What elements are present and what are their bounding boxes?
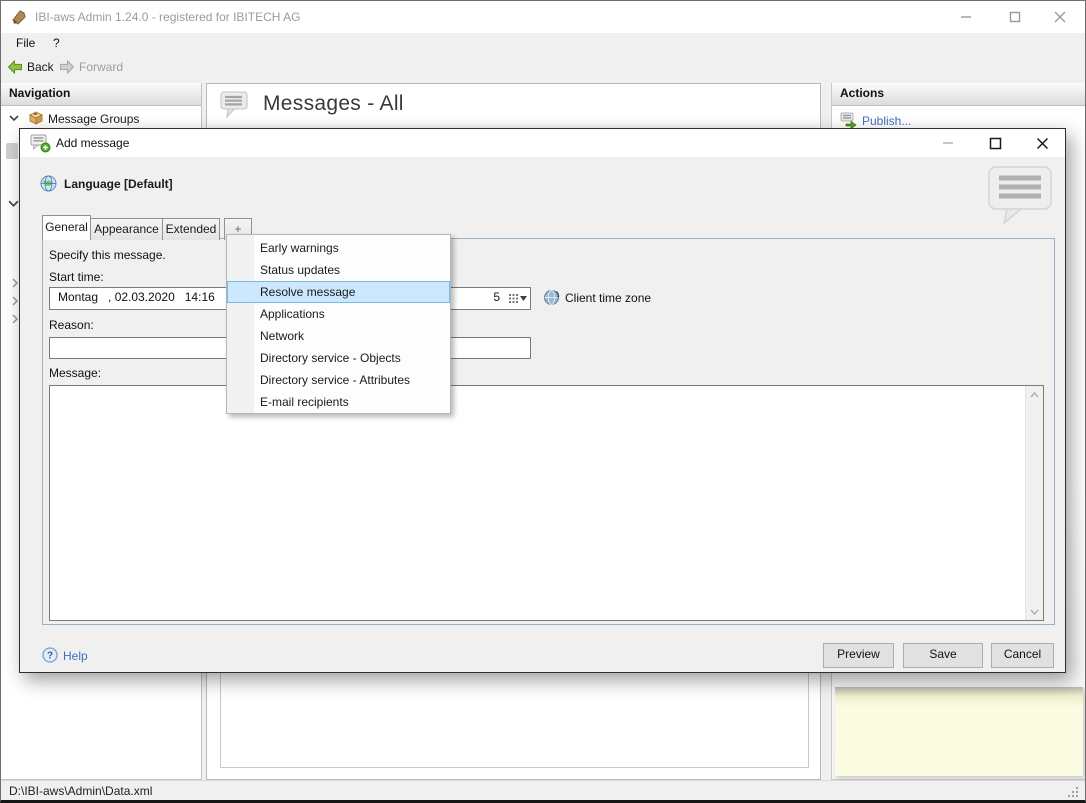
menu-help[interactable]: ? — [46, 33, 67, 54]
preview-button[interactable]: Preview — [823, 643, 894, 668]
dialog-title: Add message — [56, 136, 130, 150]
resize-grip[interactable] — [1066, 785, 1080, 799]
menu-item-status-updates[interactable]: Status updates — [227, 259, 450, 281]
scroll-up-icon[interactable] — [1026, 386, 1043, 403]
actions-header: Actions — [832, 83, 1085, 106]
status-bar: D:\IBI-aws\Admin\Data.xml — [1, 780, 1085, 800]
dialog-minimize-icon[interactable] — [935, 133, 961, 153]
app-icon — [11, 8, 29, 26]
dialog-titlebar: Add message — [20, 129, 1065, 157]
cancel-button[interactable]: Cancel — [991, 643, 1054, 668]
forward-icon — [59, 59, 75, 75]
sidebar-item-message-groups[interactable]: Message Groups — [48, 112, 139, 126]
message-groups-icon — [28, 110, 44, 125]
scroll-down-icon[interactable] — [1026, 603, 1043, 620]
menu-item-network[interactable]: Network — [227, 325, 450, 347]
start-time-label: Start time: — [49, 270, 104, 284]
message-label: Message: — [49, 366, 102, 380]
calendar-dropdown-button[interactable] — [508, 290, 528, 306]
client-time-zone-icon — [543, 289, 560, 306]
save-button[interactable]: Save — [903, 643, 983, 668]
publish-link[interactable]: Publish... — [862, 114, 911, 128]
end-time-fragment: 5 — [493, 290, 500, 304]
svg-text:?: ? — [47, 651, 53, 662]
message-scrollbar[interactable] — [1025, 386, 1043, 620]
menu-file[interactable]: File — [9, 33, 42, 54]
reason-label: Reason: — [49, 318, 94, 332]
navigation-header: Navigation — [1, 83, 201, 106]
back-label: Back — [27, 60, 54, 74]
tree-item-icon-partial — [6, 143, 18, 159]
tab-extended[interactable]: Extended — [162, 218, 220, 240]
add-message-dialog: Add message Language [Default] General A… — [19, 128, 1066, 673]
dialog-close-icon[interactable] — [1029, 133, 1055, 153]
application-window: IBI-aws Admin 1.24.0 - registered for IB… — [0, 0, 1086, 803]
menu-bar: File ? — [1, 33, 1085, 54]
menu-item-directory-service-attributes[interactable]: Directory service - Attributes — [227, 369, 450, 391]
menu-item-directory-service-objects[interactable]: Directory service - Objects — [227, 347, 450, 369]
publish-icon — [840, 112, 857, 128]
menu-item-resolve-message[interactable]: Resolve message — [227, 281, 450, 303]
chevron-down-icon[interactable] — [8, 199, 19, 208]
back-icon — [7, 59, 23, 75]
menu-item-early-warnings[interactable]: Early warnings — [227, 237, 450, 259]
language-label[interactable]: Language [Default] — [64, 177, 173, 191]
chevron-down-icon[interactable] — [9, 114, 19, 122]
chevron-right-icon[interactable] — [11, 296, 19, 306]
status-file-path: D:\IBI-aws\Admin\Data.xml — [9, 784, 153, 798]
category-dropdown-menu: Early warnings Status updates Resolve me… — [226, 234, 451, 414]
client-time-zone-label[interactable]: Client time zone — [565, 291, 651, 305]
window-maximize-icon[interactable] — [1000, 7, 1030, 27]
start-time-value: Montag , 02.03.2020 14:16 — [58, 290, 215, 304]
language-globe-icon — [40, 175, 57, 192]
chevron-right-icon[interactable] — [11, 314, 19, 324]
dialog-maximize-icon[interactable] — [982, 133, 1008, 153]
toolbar: Back Forward — [1, 54, 1085, 81]
forward-button[interactable]: Forward — [59, 57, 123, 77]
message-textarea[interactable] — [49, 385, 1044, 621]
forward-label: Forward — [79, 60, 124, 74]
messages-header-icon — [220, 91, 250, 118]
window-minimize-icon[interactable] — [951, 7, 981, 27]
add-message-icon — [30, 134, 51, 153]
chevron-right-icon[interactable] — [11, 278, 19, 288]
instruction-label: Specify this message. — [49, 248, 166, 262]
window-titlebar: IBI-aws Admin 1.24.0 - registered for IB… — [1, 1, 1085, 33]
window-title: IBI-aws Admin 1.24.0 - registered for IB… — [35, 10, 301, 24]
page-title: Messages - All — [263, 92, 404, 115]
help-icon: ? — [42, 647, 58, 663]
menu-item-email-recipients[interactable]: E-mail recipients — [227, 391, 450, 413]
description-panel — [835, 687, 1083, 776]
help-link[interactable]: Help — [63, 649, 88, 663]
back-button[interactable]: Back — [7, 57, 54, 77]
tab-appearance[interactable]: Appearance — [89, 218, 164, 240]
message-watermark-icon — [985, 165, 1057, 225]
menu-item-applications[interactable]: Applications — [227, 303, 450, 325]
window-close-icon[interactable] — [1045, 7, 1075, 27]
tab-general[interactable]: General — [42, 215, 91, 240]
